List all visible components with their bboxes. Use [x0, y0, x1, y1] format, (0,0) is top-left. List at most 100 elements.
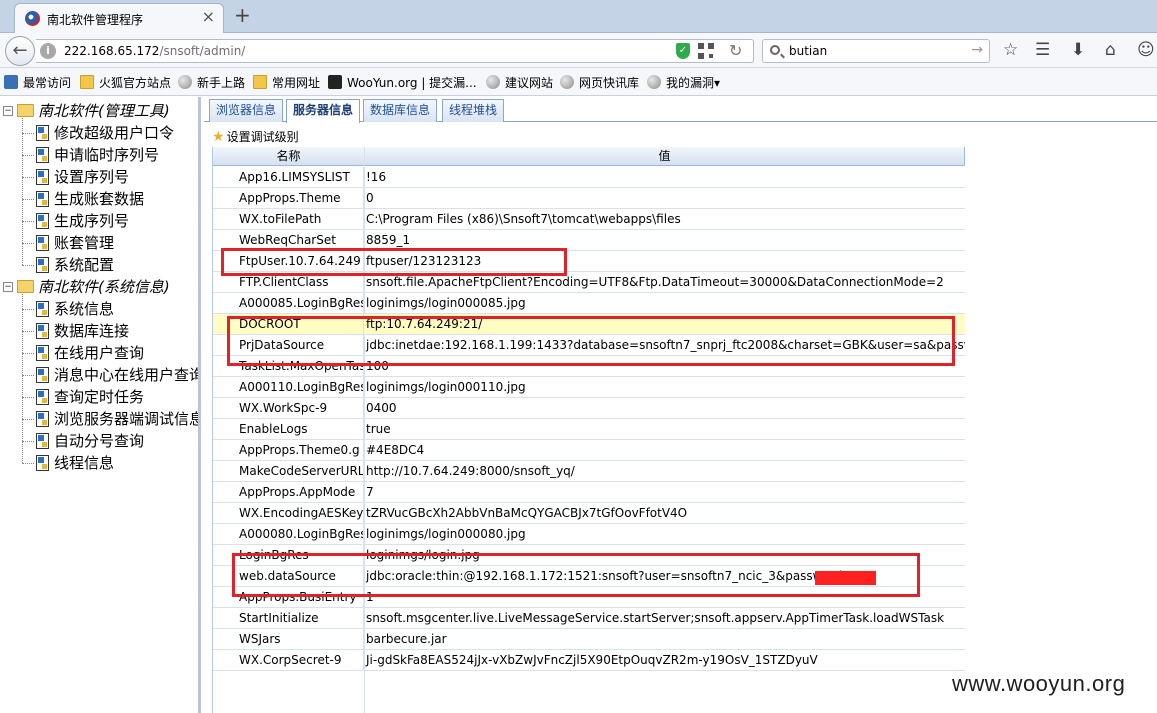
- tree-item[interactable]: 系统配置: [0, 255, 198, 276]
- tree-item-label: 在线用户查询: [54, 344, 145, 362]
- table-row[interactable]: PrjDataSource jdbc:inetdae:192.168.1.199:…: [213, 335, 965, 356]
- tab-database-info[interactable]: 数据库信息: [363, 99, 438, 122]
- back-button[interactable]: ←: [5, 36, 35, 66]
- qr-code-icon[interactable]: [698, 43, 714, 59]
- table-row[interactable]: EnableLogs true: [213, 419, 965, 440]
- bookmarks-icon: [4, 75, 18, 89]
- table-row[interactable]: DOCROOT ftp:10.7.64.249:21/: [213, 314, 965, 335]
- tree-item[interactable]: 自动分号查询: [0, 431, 198, 452]
- bookmark-item[interactable]: 新手上路: [178, 74, 245, 92]
- site-info-icon[interactable]: i: [40, 43, 56, 59]
- tab-browser-info[interactable]: 浏览器信息: [209, 99, 284, 122]
- table-row[interactable]: AppProps.Theme0.g #4E8DC4: [213, 440, 965, 461]
- tree-item[interactable]: 申请临时序列号: [0, 145, 198, 166]
- property-value: loginimgs/login000110.jpg: [366, 380, 526, 394]
- table-row[interactable]: AppProps.AppMode 7: [213, 482, 965, 503]
- tree-item[interactable]: 设置序列号: [0, 167, 198, 188]
- property-value: loginimgs/login.jpg: [366, 548, 480, 562]
- bookmark-star-icon[interactable]: ☆: [1003, 40, 1018, 60]
- column-header-name[interactable]: 名称: [213, 147, 365, 166]
- bookmark-item[interactable]: 火狐官方站点: [80, 74, 171, 92]
- property-name: web.dataSource: [213, 566, 364, 586]
- tree-item[interactable]: 系统信息: [0, 299, 198, 320]
- bookmark-item[interactable]: 建议网站: [486, 74, 553, 92]
- tree-item[interactable]: 账套管理: [0, 233, 198, 254]
- home-icon[interactable]: ⌂: [1105, 40, 1116, 60]
- tree-item-label: 系统信息: [54, 300, 115, 318]
- table-row[interactable]: WX.WorkSpc-9 0400: [213, 398, 965, 419]
- tree-item[interactable]: 消息中心在线用户查询: [0, 365, 198, 386]
- bookmark-item[interactable]: WooYun.org | 提交漏...: [328, 74, 477, 92]
- browser-tab[interactable]: 南北软件管理程序 ×: [14, 3, 224, 33]
- globe-icon: [178, 75, 192, 89]
- property-name: AppProps.BusiEntry: [213, 587, 364, 607]
- tree-item[interactable]: 生成账套数据: [0, 189, 198, 210]
- tree-item-label: 生成序列号: [54, 212, 130, 230]
- table-row[interactable]: A000110.LoginBgRes loginimgs/login000110.…: [213, 377, 965, 398]
- address-text[interactable]: 222.168.65.172/snsoft/admin/: [64, 44, 245, 58]
- table-row[interactable]: MakeCodeServerURL http://10.7.64.249:8000…: [213, 461, 965, 482]
- table-row[interactable]: App16.LIMSYSLIST !16: [213, 167, 965, 188]
- globe-icon: [486, 75, 500, 89]
- bookmark-item[interactable]: 最常访问: [4, 74, 71, 92]
- property-value: 100: [366, 359, 389, 373]
- tree-item[interactable]: 线程信息: [0, 453, 198, 474]
- browser-tab-title: 南北软件管理程序: [47, 13, 144, 27]
- property-value: jdbc:inetdae:192.168.1.199:1433?database…: [366, 338, 965, 352]
- collapse-toggle-icon[interactable]: −: [3, 282, 13, 292]
- tree-item-label: 系统配置: [54, 256, 115, 274]
- property-value: Ji-gdSkFa8EAS524jJx-vXbZwJvFncZjl5X90Etp…: [366, 653, 818, 667]
- column-header-value[interactable]: 值: [365, 147, 965, 166]
- tree-item[interactable]: 生成序列号: [0, 211, 198, 232]
- table-row[interactable]: TaskList.MaxOpenTasks100: [213, 356, 965, 377]
- table-row[interactable]: FtpUser.10.7.64.249 ftpuser/123123123: [213, 251, 965, 272]
- table-row[interactable]: WX.CorpSecret-9 Ji-gdSkFa8EAS524jJx-vXbZw…: [213, 650, 965, 671]
- property-value: 1: [366, 590, 374, 604]
- tree-item[interactable]: 浏览服务器端调试信息: [0, 409, 198, 430]
- search-input[interactable]: butian: [789, 44, 827, 58]
- property-name: DOCROOT: [213, 314, 364, 334]
- table-row[interactable]: AppProps.BusiEntry 1: [213, 587, 965, 608]
- property-name: A000110.LoginBgRes: [213, 377, 364, 397]
- table-row[interactable]: WX.EncodingAESKey tZRVucGBcXh2AbbVnBaMcQY…: [213, 503, 965, 524]
- page-icon: [36, 389, 49, 405]
- bookmark-item[interactable]: 我的漏洞▾: [647, 74, 720, 92]
- search-go-icon[interactable]: →: [971, 42, 983, 58]
- nav-tree: − 南北软件(管理工具) 修改超级用户口令 申请临时序列号 设置序列号 生成账套数据生…: [0, 97, 201, 713]
- reload-icon[interactable]: ↻: [729, 41, 742, 60]
- bookmark-item[interactable]: 常用网址: [253, 74, 320, 92]
- tree-item[interactable]: 查询定时任务: [0, 387, 198, 408]
- tab-server-info[interactable]: 服务器信息: [286, 99, 361, 123]
- close-tab-icon[interactable]: ×: [202, 9, 215, 25]
- tree-item[interactable]: 数据库连接: [0, 321, 198, 342]
- table-row[interactable]: A000080.LoginBgRes loginimgs/login000080.…: [213, 524, 965, 545]
- address-bar[interactable]: i 222.168.65.172/snsoft/admin/ ✓ ↻: [36, 39, 754, 63]
- download-icon[interactable]: ⬇: [1071, 40, 1085, 60]
- table-row[interactable]: A000085.LoginBgRes loginimgs/login000085.…: [213, 293, 965, 314]
- reading-list-icon[interactable]: ☰: [1035, 40, 1050, 60]
- table-row[interactable]: FTP.ClientClass snsoft.file.ApacheFtpClie…: [213, 272, 965, 293]
- table-row[interactable]: WSJars barbecure.jar: [213, 629, 965, 650]
- bookmark-item[interactable]: 网页快讯库: [560, 74, 639, 92]
- set-debug-level-link[interactable]: ★ 设置调试级别: [212, 128, 299, 146]
- table-row[interactable]: StartInitialize snsoft.msgcenter.live.Liv…: [213, 608, 965, 629]
- table-row[interactable]: LoginBgRes loginimgs/login.jpg: [213, 545, 965, 566]
- property-name: FTP.ClientClass: [213, 272, 364, 292]
- tree-item[interactable]: 在线用户查询: [0, 343, 198, 364]
- table-row[interactable]: WebReqCharSet 8859_1: [213, 230, 965, 251]
- tab-thread-stack[interactable]: 线程堆栈: [442, 99, 505, 122]
- collapse-toggle-icon[interactable]: −: [3, 106, 13, 116]
- property-value: http://10.7.64.249:8000/snsoft_yq/: [366, 464, 575, 478]
- chat-icon[interactable]: ☺: [1137, 40, 1155, 60]
- property-value: 7: [366, 485, 374, 499]
- property-name: EnableLogs: [213, 419, 364, 439]
- property-name: AppProps.Theme: [213, 188, 364, 208]
- table-row[interactable]: WX.toFilePath C:\Program Files (x86)\Snso…: [213, 209, 965, 230]
- tree-item[interactable]: 修改超级用户口令: [0, 123, 198, 144]
- new-tab-icon[interactable]: +: [234, 4, 251, 26]
- property-value: snsoft.file.ApacheFtpClient?Encoding=UTF…: [366, 275, 944, 289]
- table-row[interactable]: AppProps.Theme 0: [213, 188, 965, 209]
- page-icon: [36, 125, 49, 141]
- search-box[interactable]: butian →: [762, 39, 990, 63]
- shield-icon[interactable]: ✓: [676, 43, 690, 59]
